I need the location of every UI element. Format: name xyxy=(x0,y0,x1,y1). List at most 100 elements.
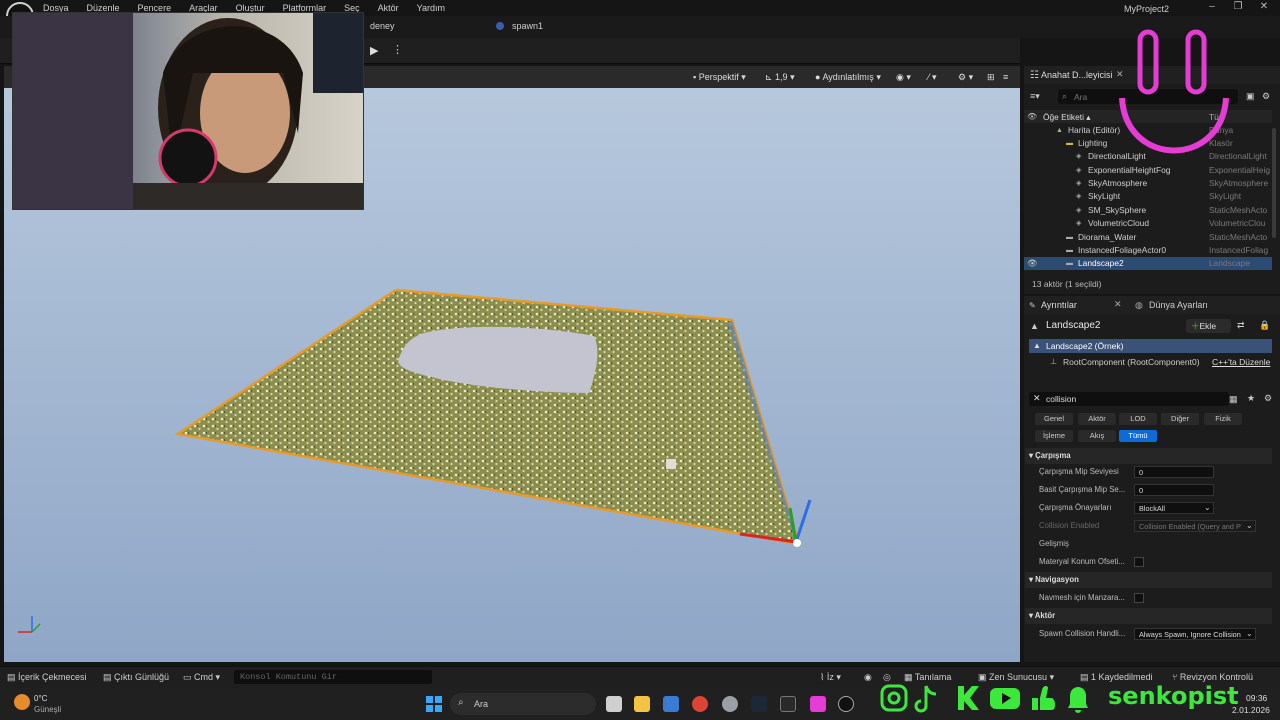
output-log-button[interactable]: ▤ Çıktı Günlüğü xyxy=(103,672,169,683)
menu-item-yard-m[interactable]: Yardım xyxy=(408,0,454,16)
details-settings-icon[interactable]: ⚙ xyxy=(1264,393,1272,404)
favorite-icon[interactable]: ★ xyxy=(1247,393,1255,404)
filter-chip[interactable]: Genel xyxy=(1035,413,1073,425)
chevron-down-icon: ⌄ xyxy=(1246,629,1253,638)
weather-icon[interactable] xyxy=(14,694,30,710)
smiley-overlay xyxy=(1116,28,1232,156)
show-dropdown[interactable]: ◉ ▾ xyxy=(893,70,914,85)
outliner-row[interactable]: ▬ Diorama_Water StaticMeshActo xyxy=(1024,231,1272,244)
minimize-icon[interactable]: – xyxy=(1204,1,1220,15)
outliner-row[interactable]: ◈ SkyLight SkyLight xyxy=(1024,190,1272,203)
filter-chip[interactable]: Aktör xyxy=(1078,413,1116,425)
more-options-icon[interactable]: ⋮ xyxy=(392,43,403,56)
edit-cpp-link[interactable]: C++'ta Düzenle xyxy=(1212,357,1270,367)
actor-icon: ◈ xyxy=(1076,153,1082,160)
lock-icon[interactable]: 🔒 xyxy=(1259,320,1270,331)
revision-control-button[interactable]: ⑂ Revizyon Kontrolü xyxy=(1172,672,1253,682)
lit-dropdown[interactable]: ● Aydınlatılmış ▾ xyxy=(812,70,884,85)
actor-name: SkyLight xyxy=(1088,191,1121,201)
actor-name[interactable]: Landscape2 xyxy=(1046,320,1101,331)
filter-chip[interactable]: Akış xyxy=(1078,430,1116,442)
zen-server-label: Zen Sunucusu xyxy=(989,672,1048,682)
transform-dropdown[interactable]: ⁄ ▾ xyxy=(925,70,940,85)
menu-icon[interactable]: ≡ xyxy=(1000,70,1011,85)
record-icon[interactable]: ◉ xyxy=(864,672,872,683)
property-checkbox[interactable] xyxy=(1134,557,1144,567)
filter-icon[interactable]: ≡▾ xyxy=(1030,91,1040,102)
filter-chip[interactable]: LOD xyxy=(1119,413,1157,425)
start-icon[interactable] xyxy=(426,696,442,712)
property-input[interactable]: 0 xyxy=(1134,484,1214,496)
outliner-row[interactable]: ◈ SM_SkySphere StaticMeshActo xyxy=(1024,204,1272,217)
add-component-button[interactable]: ＋Ekle xyxy=(1186,319,1231,333)
actor-icon: ▬ xyxy=(1066,234,1073,241)
stream-app-icon[interactable] xyxy=(810,696,826,712)
actor-name: VolumetricCloud xyxy=(1088,218,1149,228)
fov-label: 1,9 xyxy=(775,72,788,82)
property-dropdown[interactable]: Collision Enabled (Query and P xyxy=(1134,520,1256,532)
perspective-dropdown[interactable]: ▪ Perspektif ▾ xyxy=(690,70,749,85)
filter-chip[interactable]: Tümü xyxy=(1119,430,1157,442)
section-header[interactable]: ▾ Çarpışma xyxy=(1025,448,1272,464)
taskbar-search[interactable] xyxy=(450,693,596,715)
component-icon: ⊥ xyxy=(1050,357,1057,366)
outliner-row[interactable]: ◈ ExponentialHeightFog ExponentialHeig xyxy=(1024,164,1272,177)
property-checkbox[interactable] xyxy=(1134,593,1144,603)
cmd-dropdown[interactable]: ▭ Cmd ▾ xyxy=(183,672,220,683)
app-icon[interactable] xyxy=(722,696,738,712)
unreal-taskbar-icon[interactable] xyxy=(838,696,854,712)
property-dropdown[interactable]: BlockAll xyxy=(1134,502,1214,514)
tab-deney[interactable]: deney xyxy=(370,21,395,31)
maximize-icon[interactable]: ❐ xyxy=(1230,1,1246,15)
outliner-scrollbar[interactable] xyxy=(1272,128,1276,238)
file-explorer-icon[interactable] xyxy=(634,696,650,712)
property-list: ▾ Çarpışma Çarpışma Mip Seviyesi 0 Basit Ça… xyxy=(1024,448,1280,658)
visibility-icon[interactable]: 👁 xyxy=(1027,257,1038,270)
settings-dropdown[interactable]: ⚙ ▾ xyxy=(955,70,976,85)
task-view-icon[interactable] xyxy=(606,696,622,712)
filter-chip[interactable]: İşleme xyxy=(1035,430,1073,442)
property-label: Çarpışma Önayarları xyxy=(1039,503,1112,512)
outliner-row[interactable]: 👁 ▬ Landscape2 Landscape xyxy=(1024,257,1272,270)
actor-icon: ▬ xyxy=(1066,260,1073,267)
filter-chip[interactable]: Diğer xyxy=(1161,413,1199,425)
layout-icon[interactable]: ⊞ xyxy=(984,70,998,85)
root-component[interactable]: RootComponent (RootComponent0) xyxy=(1063,357,1200,367)
outliner-row[interactable]: ▬ InstancedFoliageActor0 InstancedFoliag xyxy=(1024,244,1272,257)
section-header[interactable]: ▾ Aktör xyxy=(1025,608,1272,624)
property-row: Çarpışma Mip Seviyesi 0 xyxy=(1024,464,1272,480)
play-icon[interactable]: ▶ xyxy=(370,44,382,57)
outliner-tab[interactable]: Anahat D...leyicisi xyxy=(1041,70,1113,80)
steam-icon[interactable] xyxy=(751,696,767,712)
grid-view-icon[interactable]: ▦ xyxy=(1229,394,1238,405)
store-icon[interactable] xyxy=(663,696,679,712)
outliner-row[interactable]: ◈ VolumetricCloud VolumetricClou xyxy=(1024,217,1272,230)
blueprint-icon[interactable]: ⇄ xyxy=(1237,320,1245,331)
details-close-icon[interactable]: ✕ xyxy=(1114,299,1122,310)
filter-chip[interactable]: Fizik xyxy=(1204,413,1242,425)
outliner-row[interactable]: ◈ SkyAtmosphere SkyAtmosphere xyxy=(1024,177,1272,190)
diagnostics-label: Tanılama xyxy=(914,672,952,682)
close-icon[interactable]: ✕ xyxy=(1256,1,1272,15)
outliner-settings-icon[interactable]: ⚙ xyxy=(1262,91,1270,102)
trace-dropdown[interactable]: ⌇ İz ▾ xyxy=(820,672,841,683)
clear-search-icon[interactable]: ✕ xyxy=(1033,393,1041,404)
actor-name: Harita (Editör) xyxy=(1068,125,1121,135)
content-drawer-button[interactable]: ▤ İçerik Çekmecesi xyxy=(7,672,87,683)
spawn-actor[interactable] xyxy=(666,459,676,469)
section-header[interactable]: ▾ Navigasyon xyxy=(1025,572,1272,588)
folder-add-icon[interactable]: ▣ xyxy=(1246,91,1255,102)
property-input[interactable]: 0 xyxy=(1134,466,1214,478)
property-label: Materyal Konum Ofseti... xyxy=(1039,557,1125,566)
tab-details[interactable]: Ayrıntılar xyxy=(1041,300,1077,310)
actor-type: VolumetricClou xyxy=(1209,218,1266,228)
property-dropdown[interactable]: Always Spawn, Ignore Collision xyxy=(1134,628,1256,640)
tab-spawn1[interactable]: spawn1 xyxy=(512,21,543,31)
menu-item-akt-r[interactable]: Aktör xyxy=(369,0,408,16)
tab-world-settings[interactable]: Dünya Ayarları xyxy=(1149,300,1208,310)
col-label[interactable]: Öğe Etiketi ▴ xyxy=(1043,112,1091,122)
gizmo-pivot[interactable] xyxy=(793,539,801,547)
fov-dropdown[interactable]: ⊾ 1,9 ▾ xyxy=(762,70,798,85)
chrome-icon[interactable] xyxy=(692,696,708,712)
epic-games-icon[interactable] xyxy=(780,696,796,712)
